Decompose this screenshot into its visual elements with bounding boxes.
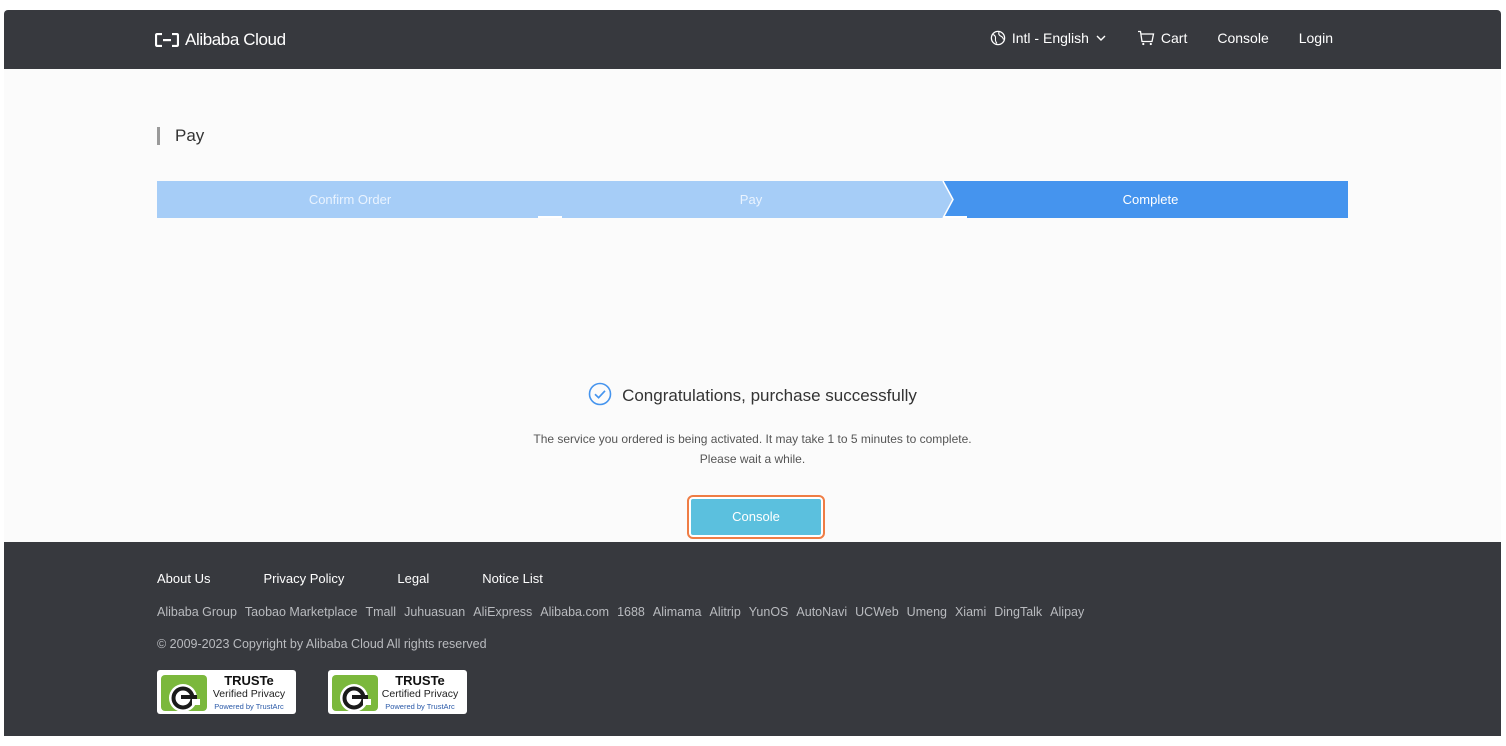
cart-label: Cart <box>1160 30 1188 46</box>
badge-powered-by: Powered by TrustArc <box>385 702 455 711</box>
success-title: Congratulations, purchase successfully <box>622 386 917 405</box>
footer-group-link[interactable]: Alibaba.com <box>540 605 609 619</box>
console-link[interactable]: Console <box>1217 30 1268 46</box>
truste-verified-badge[interactable]: TRUSTe Verified Privacy Powered by Trust… <box>157 670 296 714</box>
footer-group-link[interactable]: AliExpress <box>473 605 532 619</box>
footer-group-link[interactable]: Juhuasuan <box>404 605 465 619</box>
console-button[interactable]: Console <box>691 499 821 535</box>
footer-group-link[interactable]: YunOS <box>749 605 789 619</box>
console-link-label: Console <box>1217 30 1269 46</box>
page-title: Pay <box>157 125 204 147</box>
footer-link-privacy-policy[interactable]: Privacy Policy <box>263 571 344 586</box>
footer-link-legal[interactable]: Legal <box>397 571 429 586</box>
brand-name: Alibaba Cloud <box>185 30 286 49</box>
top-nav-actions: Intl - English Cart Console Login <box>990 30 1333 46</box>
success-message-line-2: Please wait a while. <box>699 452 806 466</box>
truste-certified-badge[interactable]: TRUSTe Certified Privacy Powered by Trus… <box>328 670 467 714</box>
footer-group-link[interactable]: Taobao Marketplace <box>245 605 358 619</box>
badge-powered-by: Powered by TrustArc <box>214 702 284 711</box>
footer-group-link[interactable]: Umeng <box>907 605 947 619</box>
footer: About Us Privacy Policy Legal Notice Lis… <box>4 542 1501 736</box>
footer-group-link[interactable]: Alibaba Group <box>157 605 237 619</box>
check-circle-icon <box>588 382 612 411</box>
footer-group-link[interactable]: AutoNavi <box>796 605 847 619</box>
footer-link-notice-list[interactable]: Notice List <box>482 571 543 586</box>
cart-icon <box>1137 30 1155 46</box>
copyright-text: © 2009-2023 Copyright by Alibaba Cloud A… <box>157 637 487 651</box>
footer-group-link[interactable]: DingTalk <box>994 605 1042 619</box>
truste-seal-icon <box>161 675 207 714</box>
footer-group-link[interactable]: Alipay <box>1050 605 1084 619</box>
step-complete: Complete <box>1122 192 1179 207</box>
badge-title: TRUSTe <box>224 673 274 688</box>
success-heading: Congratulations, purchase successfully <box>4 382 1501 411</box>
console-button-focus-ring: Console <box>687 495 825 539</box>
footer-link-about-us[interactable]: About Us <box>157 571 210 586</box>
footer-group-links: Alibaba Group Taobao Marketplace Tmall J… <box>157 605 1092 619</box>
success-message: The service you ordered is being activat… <box>4 429 1501 469</box>
login-link[interactable]: Login <box>1299 30 1333 46</box>
alibaba-cloud-logo-icon <box>154 32 180 48</box>
footer-group-link[interactable]: Alitrip <box>710 605 741 619</box>
language-selector[interactable]: Intl - English <box>990 30 1107 46</box>
badge-subtitle: Certified Privacy <box>381 688 459 700</box>
truste-seal-icon <box>332 675 378 714</box>
footer-group-link[interactable]: Alimama <box>653 605 702 619</box>
footer-group-link[interactable]: UCWeb <box>855 605 899 619</box>
step-confirm-order: Confirm Order <box>308 192 392 207</box>
top-navigation-bar: Alibaba Cloud Intl - English Cart Consol… <box>4 10 1501 69</box>
step-pay: Pay <box>739 192 763 207</box>
footer-group-link[interactable]: Tmall <box>366 605 397 619</box>
footer-group-link[interactable]: 1688 <box>617 605 645 619</box>
cart-link[interactable]: Cart <box>1137 30 1187 46</box>
footer-main-links: About Us Privacy Policy Legal Notice Lis… <box>157 571 543 586</box>
badge-title: TRUSTe <box>395 673 445 688</box>
brand-logo[interactable]: Alibaba Cloud <box>154 29 286 51</box>
badge-subtitle: Verified Privacy <box>212 688 286 700</box>
chevron-down-icon <box>1095 32 1107 44</box>
app-window: Alibaba Cloud Intl - English Cart Consol… <box>4 10 1501 736</box>
globe-icon <box>990 30 1006 46</box>
order-progress-steps: Confirm Order Pay Complete <box>157 181 1348 218</box>
language-label: Intl - English <box>1011 30 1089 46</box>
trust-badges: TRUSTe Verified Privacy Powered by Trust… <box>157 670 467 714</box>
login-link-label: Login <box>1298 30 1333 46</box>
footer-group-link[interactable]: Xiami <box>955 605 986 619</box>
success-message-line-1: The service you ordered is being activat… <box>533 432 972 446</box>
